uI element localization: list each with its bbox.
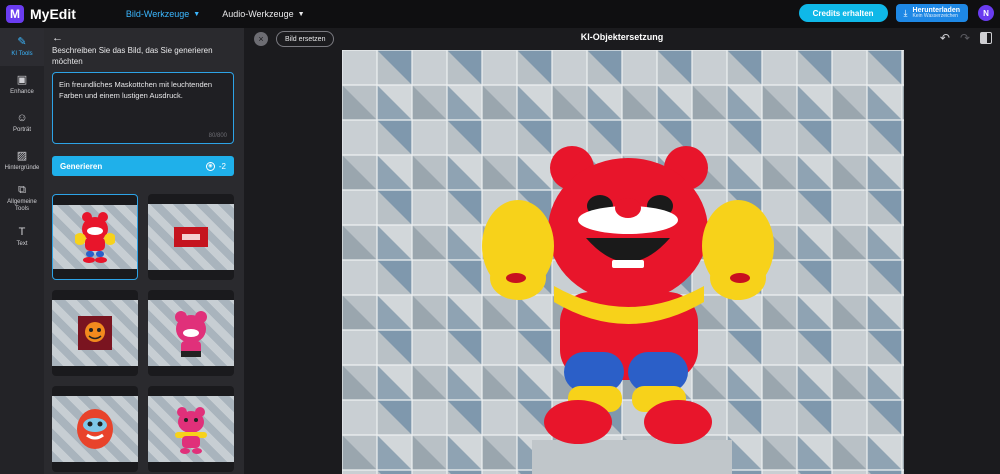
thumbnail-image <box>52 396 138 462</box>
thumbnail-6[interactable] <box>148 386 234 472</box>
thumbnail-image <box>148 204 234 270</box>
enhance-icon: ▣ <box>16 73 28 86</box>
thumbnail-image <box>52 300 138 366</box>
main-image[interactable] <box>342 50 904 474</box>
nav-audio-tools[interactable]: Audio-Werkzeuge ▼ <box>222 9 304 19</box>
generate-label: Generieren <box>60 161 103 171</box>
rail-item-ai-tools[interactable]: ✎ KI Tools <box>0 28 44 66</box>
chevron-down-icon: ▼ <box>297 10 305 18</box>
thumbnail-5[interactable] <box>52 386 138 472</box>
rail-item-label: Hintergründe <box>4 164 40 171</box>
redo-icon[interactable]: ↷ <box>960 31 970 45</box>
canvas-title: KI-Objektersetzung <box>580 32 664 42</box>
canvas-area: × Bild ersetzen KI-Objektersetzung ↶ ↷ <box>244 28 1000 474</box>
rail-item-label: Porträt <box>12 126 31 133</box>
get-credits-button[interactable]: Credits erhalten <box>798 4 888 22</box>
mascot-thumbnail-icon <box>75 212 115 263</box>
header-actions: Credits erhalten ⤓ Herunterladen Kein Wa… <box>798 4 994 22</box>
avatar[interactable]: N <box>978 5 994 21</box>
framed-mascot-thumbnail-icon <box>78 316 112 350</box>
credit-coin-icon: ◉ <box>205 161 215 171</box>
round-mascot-thumbnail-icon <box>77 409 113 449</box>
download-button[interactable]: ⤓ Herunterladen Kein Wasserzeichen <box>895 4 968 22</box>
prompt-char-count: 80/800 <box>208 133 227 139</box>
rail-item-label: Text <box>16 240 28 247</box>
thumbnail-2[interactable] <box>148 194 234 280</box>
back-arrow-icon[interactable]: ← <box>52 32 63 44</box>
thumbnail-1[interactable] <box>52 194 138 280</box>
download-text: Herunterladen Kein Wasserzeichen <box>913 7 960 19</box>
compare-icon[interactable] <box>980 32 992 44</box>
pink-bear-thumbnail-icon <box>175 311 207 357</box>
thumbnail-3[interactable] <box>52 290 138 376</box>
generate-cost-value: -2 <box>218 161 226 171</box>
magic-wand-icon: ✎ <box>17 35 27 48</box>
text-icon: T <box>18 225 26 238</box>
main-nav: Bild-Werkzeuge ▼ Audio-Werkzeuge ▼ <box>126 9 327 19</box>
sign-thumbnail-icon <box>174 227 208 247</box>
portrait-icon: ☺ <box>16 111 28 124</box>
prompt-label: Beschreiben Sie das Bild, das Sie generi… <box>52 46 213 66</box>
nav-image-tools[interactable]: Bild-Werkzeuge ▼ <box>126 9 200 19</box>
rail-item-label: KI Tools <box>11 50 33 57</box>
thumbnail-image <box>148 300 234 366</box>
chevron-down-icon: ▼ <box>193 10 201 18</box>
nav-image-tools-label: Bild-Werkzeuge <box>125 9 190 19</box>
tool-rail: ✎ KI Tools ▣ Enhance ☺ Porträt ▨ Hinterg… <box>0 28 44 474</box>
logo-mark-icon: M <box>6 5 24 23</box>
prompt-input[interactable]: Ein freundliches Maskottchen mit leuchte… <box>52 72 234 144</box>
prompt-text: Ein freundliches Maskottchen mit leuchte… <box>59 80 213 100</box>
general-tools-icon: ⧉ <box>18 184 26 197</box>
thumbnail-4[interactable] <box>148 290 234 376</box>
thumbnail-image <box>53 205 137 269</box>
rail-item-general-tools[interactable]: ⧉ Allgemeine Tools <box>0 180 44 218</box>
generate-cost: ◉ -2 <box>205 161 226 171</box>
ai-tool-panel: ← Beschreiben Sie das Bild, das Sie gene… <box>44 28 285 474</box>
mascot-image-icon <box>342 50 904 474</box>
rail-item-backgrounds[interactable]: ▨ Hintergründe <box>0 142 44 180</box>
undo-icon[interactable]: ↶ <box>940 31 950 45</box>
download-sublabel: Kein Wasserzeichen <box>912 13 958 19</box>
canvas-tools: ↶ ↷ <box>930 31 992 45</box>
app-name: MyEdit <box>30 6 76 22</box>
pink-mascot-thumbnail-icon <box>175 407 207 454</box>
generate-button[interactable]: Generieren ◉ -2 <box>52 156 234 176</box>
rail-item-portrait[interactable]: ☺ Porträt <box>0 104 44 142</box>
rail-item-label: Allgemeine Tools <box>7 199 37 212</box>
download-icon: ⤓ <box>903 7 908 18</box>
rail-item-enhance[interactable]: ▣ Enhance <box>0 66 44 104</box>
rail-item-text[interactable]: T Text <box>0 218 44 256</box>
nav-audio-tools-label: Audio-Werkzeuge <box>222 9 294 19</box>
top-bar: M MyEdit Bild-Werkzeuge ▼ Audio-Werkzeug… <box>0 0 1000 28</box>
background-icon: ▨ <box>16 149 28 162</box>
app-logo[interactable]: M MyEdit <box>6 5 76 23</box>
rail-item-label: Enhance <box>10 88 34 95</box>
thumbnail-image <box>148 396 234 462</box>
